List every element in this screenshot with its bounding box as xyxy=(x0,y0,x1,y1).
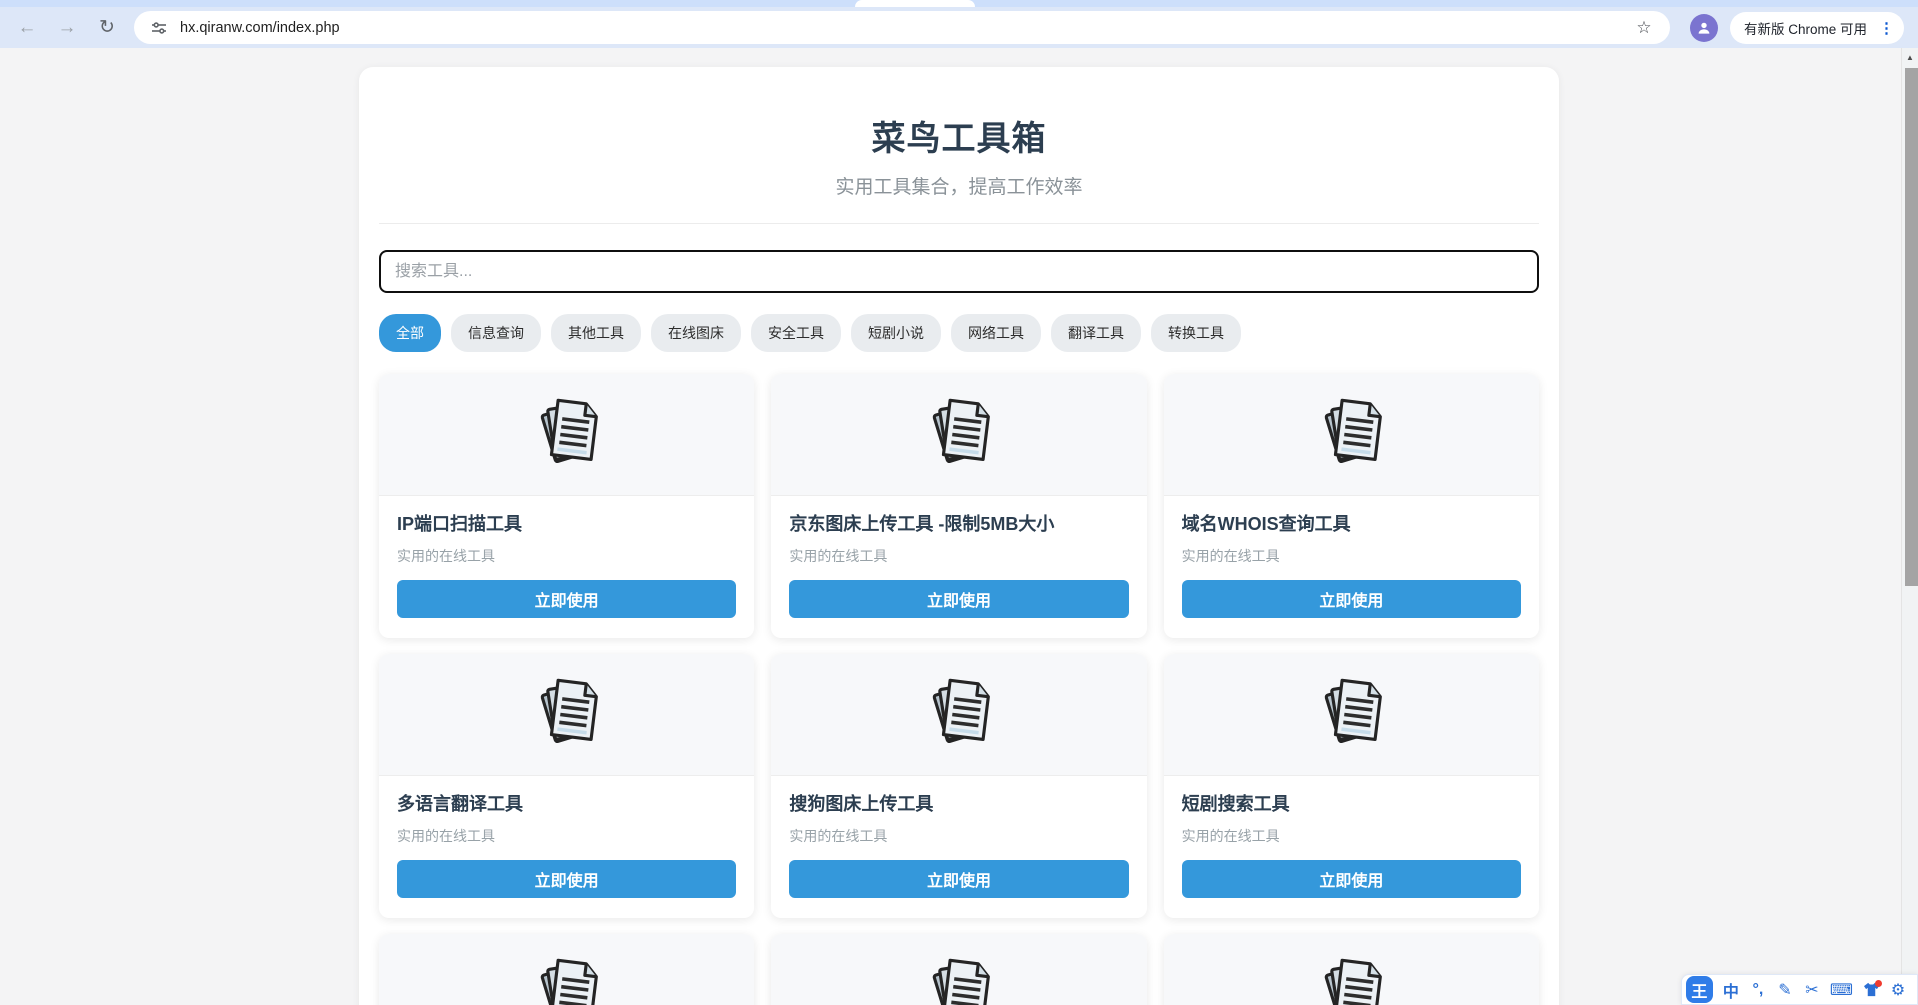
scrollbar-up-arrow[interactable]: ▲ xyxy=(1902,48,1918,67)
filter-chip[interactable]: 信息查询 xyxy=(451,314,541,352)
tool-card: 域名WHOIS查询工具 实用的在线工具 立即使用 xyxy=(1164,374,1539,638)
card-title: 京东图床上传工具 -限制5MB大小 xyxy=(789,512,1128,536)
card-body: 京东图床上传工具 -限制5MB大小 实用的在线工具 立即使用 xyxy=(771,496,1146,638)
reload-button[interactable]: ↻ xyxy=(90,11,124,45)
use-now-button[interactable]: 立即使用 xyxy=(1182,860,1521,898)
card-icon-area xyxy=(379,654,754,776)
card-title: 多语言翻译工具 xyxy=(397,792,736,816)
filter-chip[interactable]: 翻译工具 xyxy=(1051,314,1141,352)
use-now-button[interactable]: 立即使用 xyxy=(1182,580,1521,618)
card-description: 实用的在线工具 xyxy=(789,826,1128,846)
use-now-button[interactable]: 立即使用 xyxy=(789,580,1128,618)
chrome-update-label: 有新版 Chrome 可用 xyxy=(1744,18,1867,38)
card-description: 实用的在线工具 xyxy=(1182,826,1521,846)
tool-card-partial xyxy=(1164,934,1539,1005)
card-body: 短剧搜索工具 实用的在线工具 立即使用 xyxy=(1164,776,1539,918)
card-body: 多语言翻译工具 实用的在线工具 立即使用 xyxy=(379,776,754,918)
ime-handwriting-pencil-icon[interactable]: ✎ xyxy=(1776,980,1794,1000)
card-title: 域名WHOIS查询工具 xyxy=(1182,512,1521,536)
card-body: IP端口扫描工具 实用的在线工具 立即使用 xyxy=(379,496,754,638)
filter-chip-row: 全部信息查询其他工具在线图床安全工具短剧小说网络工具翻译工具转换工具 xyxy=(379,314,1539,352)
card-description: 实用的在线工具 xyxy=(397,546,736,566)
ime-scissors-icon[interactable]: ✂ xyxy=(1803,980,1821,1000)
tool-card-partial xyxy=(771,934,1146,1005)
address-bar[interactable]: hx.qiranw.com/index.php ☆ xyxy=(134,11,1670,44)
page-title: 菜鸟工具箱 xyxy=(379,111,1539,160)
tool-card: IP端口扫描工具 实用的在线工具 立即使用 xyxy=(379,374,754,638)
documents-stack-icon xyxy=(917,673,1001,757)
card-body: 搜狗图床上传工具 实用的在线工具 立即使用 xyxy=(771,776,1146,918)
card-icon-area xyxy=(379,374,754,496)
ime-toolbar: 王 中 °, ✎ ✂ ⌨ ⚙ xyxy=(1681,974,1918,1005)
ime-keyboard-icon[interactable]: ⌨ xyxy=(1830,980,1853,1000)
use-now-button[interactable]: 立即使用 xyxy=(397,860,736,898)
card-title: 搜狗图床上传工具 xyxy=(789,792,1128,816)
scrollbar-thumb[interactable] xyxy=(1905,68,1918,586)
documents-stack-icon xyxy=(1309,953,1393,1005)
page-subtitle: 实用工具集合，提高工作效率 xyxy=(379,172,1539,199)
filter-chip[interactable]: 在线图床 xyxy=(651,314,741,352)
ime-chinese-mode-icon[interactable]: 中 xyxy=(1722,978,1740,1002)
filter-chip[interactable]: 安全工具 xyxy=(751,314,841,352)
card-title: IP端口扫描工具 xyxy=(397,512,736,536)
bookmark-star-icon[interactable]: ☆ xyxy=(1630,14,1658,42)
profile-avatar[interactable] xyxy=(1690,14,1718,42)
card-icon-area xyxy=(1164,654,1539,776)
scrollbar[interactable]: ▲ xyxy=(1901,48,1918,1005)
page-viewport: 菜鸟工具箱 实用工具集合，提高工作效率 全部信息查询其他工具在线图床安全工具短剧… xyxy=(0,48,1918,1005)
documents-stack-icon xyxy=(917,393,1001,477)
menu-kebab-icon[interactable]: ⋮ xyxy=(1875,19,1898,37)
card-icon-area xyxy=(1164,374,1539,496)
notification-dot xyxy=(1875,980,1882,987)
use-now-button[interactable]: 立即使用 xyxy=(789,860,1128,898)
filter-chip[interactable]: 短剧小说 xyxy=(851,314,941,352)
tune-icon xyxy=(151,20,167,36)
filter-chip[interactable]: 网络工具 xyxy=(951,314,1041,352)
tool-card: 短剧搜索工具 实用的在线工具 立即使用 xyxy=(1164,654,1539,918)
card-icon-area xyxy=(771,374,1146,496)
header-divider xyxy=(379,223,1539,224)
documents-stack-icon xyxy=(1309,673,1393,757)
back-button[interactable]: ← xyxy=(10,11,44,45)
ime-settings-gear-icon[interactable]: ⚙ xyxy=(1889,980,1907,1000)
tool-card: 多语言翻译工具 实用的在线工具 立即使用 xyxy=(379,654,754,918)
ime-punctuation-icon[interactable]: °, xyxy=(1749,981,1767,999)
tool-card: 京东图床上传工具 -限制5MB大小 实用的在线工具 立即使用 xyxy=(771,374,1146,638)
card-description: 实用的在线工具 xyxy=(397,826,736,846)
card-description: 实用的在线工具 xyxy=(1182,546,1521,566)
browser-toolbar: ← → ↻ hx.qiranw.com/index.php ☆ 有新版 Chro… xyxy=(0,7,1918,48)
documents-stack-icon xyxy=(525,953,609,1005)
card-icon-area xyxy=(771,654,1146,776)
tool-card-grid: IP端口扫描工具 实用的在线工具 立即使用 xyxy=(379,374,1539,1005)
person-icon xyxy=(1696,20,1712,36)
tool-card: 搜狗图床上传工具 实用的在线工具 立即使用 xyxy=(771,654,1146,918)
card-title: 短剧搜索工具 xyxy=(1182,792,1521,816)
card-icon-area xyxy=(379,934,754,1005)
url-text[interactable]: hx.qiranw.com/index.php xyxy=(180,20,1630,36)
card-icon-area xyxy=(1164,934,1539,1005)
filter-chip[interactable]: 全部 xyxy=(379,314,441,352)
documents-stack-icon xyxy=(917,953,1001,1005)
card-description: 实用的在线工具 xyxy=(789,546,1128,566)
documents-stack-icon xyxy=(525,393,609,477)
chrome-update-button[interactable]: 有新版 Chrome 可用 ⋮ xyxy=(1730,12,1904,44)
content-panel: 菜鸟工具箱 实用工具集合，提高工作效率 全部信息查询其他工具在线图床安全工具短剧… xyxy=(359,67,1559,1005)
filter-chip[interactable]: 其他工具 xyxy=(551,314,641,352)
use-now-button[interactable]: 立即使用 xyxy=(397,580,736,618)
card-icon-area xyxy=(771,934,1146,1005)
active-tab[interactable] xyxy=(855,0,975,7)
tool-card-partial xyxy=(379,934,754,1005)
site-info-icon[interactable] xyxy=(146,15,172,41)
search-input[interactable] xyxy=(379,250,1539,293)
filter-chip[interactable]: 转换工具 xyxy=(1151,314,1241,352)
ime-logo[interactable]: 王 xyxy=(1686,976,1713,1003)
ime-skin-shirt-icon[interactable] xyxy=(1862,982,1880,997)
forward-button[interactable]: → xyxy=(50,11,84,45)
tab-strip xyxy=(0,0,1918,7)
documents-stack-icon xyxy=(525,673,609,757)
card-body: 域名WHOIS查询工具 实用的在线工具 立即使用 xyxy=(1164,496,1539,638)
documents-stack-icon xyxy=(1309,393,1393,477)
